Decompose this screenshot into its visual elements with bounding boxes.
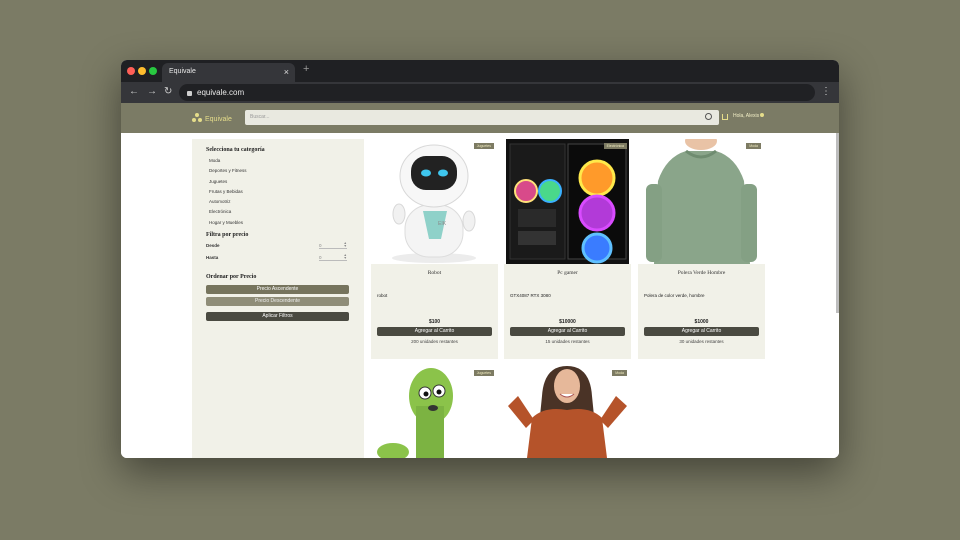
filter-sidebar: Selecciona tu categoría Moda Deportes y … (192, 139, 364, 458)
green-sweater-image (638, 139, 765, 264)
category-item-frutas[interactable]: Frutas y Bebidas (209, 189, 350, 194)
sort-ascending-button[interactable]: Precio Ascendente (206, 284, 349, 294)
category-item-hogar[interactable]: Hogar y Muebles (209, 220, 350, 225)
category-item-moda[interactable]: Moda (209, 158, 350, 163)
category-badge: Moda (746, 143, 761, 149)
category-badge: Moda (612, 370, 627, 376)
product-image[interactable]: Moda (638, 139, 765, 264)
url-text: equivale.com (197, 88, 245, 97)
sort-heading: Ordenar por Precio (206, 273, 257, 280)
product-image[interactable]: Electrónica (504, 139, 631, 264)
price-from-row: Desde 0 ▲ ▼ (206, 241, 350, 255)
page-scrollbar[interactable] (836, 133, 839, 313)
price-to-label: Hasta (206, 254, 219, 260)
add-to-cart-button[interactable]: Agregar al Carrito (644, 327, 759, 336)
search-input[interactable]: Buscar... (245, 110, 719, 125)
price-from-value: 0 (319, 242, 322, 248)
product-description: GTX4087 RTX 3080 (510, 293, 551, 298)
product-image[interactable]: EIK Juguetes (371, 139, 498, 264)
tab-title: Equivale (169, 68, 196, 75)
robot-image: EIK (392, 144, 476, 263)
product-card[interactable]: Moda (504, 366, 631, 458)
orange-sweater-image (504, 366, 631, 458)
site-header: Equivale Buscar... Hola, Alexis (121, 103, 839, 133)
browser-window: Equivale × + ← → ↻ equivale.com ⋮ Equiva… (121, 60, 839, 458)
product-price: $10000 (559, 319, 576, 325)
category-badge: Juguetes (473, 143, 494, 149)
add-to-cart-button[interactable]: Agregar al Carrito (510, 327, 625, 336)
reload-icon[interactable]: ↻ (164, 86, 172, 97)
user-greeting[interactable]: Hola, Alexis (733, 113, 765, 119)
stepper-icon[interactable]: ▲ ▼ (344, 253, 347, 261)
product-price: $100 (428, 319, 441, 325)
pc-case-image (506, 139, 629, 264)
price-filter-heading: Filtra por precio (206, 231, 249, 238)
apply-filters-button[interactable]: Aplicar Filtros (206, 311, 349, 321)
product-image[interactable]: Juguetes (371, 366, 498, 458)
site-logo[interactable]: Equivale (192, 112, 232, 123)
product-card[interactable]: Moda Polera Verde Hombre Polera de color… (638, 139, 765, 359)
category-badge: Electrónica (603, 143, 627, 149)
close-window-button[interactable] (127, 67, 135, 75)
category-badge: Juguetes (473, 370, 494, 376)
minimize-window-button[interactable] (138, 67, 146, 75)
address-bar[interactable]: equivale.com (179, 84, 815, 101)
tab-bar: Equivale × + (121, 60, 839, 82)
category-item-automotriz[interactable]: Automotriz (209, 199, 350, 204)
price-to-input[interactable]: 0 ▲ ▼ (319, 253, 347, 261)
product-card[interactable]: EIK Juguetes Robot robot $100 Agregar al… (371, 139, 498, 359)
search-icon[interactable] (705, 113, 712, 120)
lock-icon (187, 91, 192, 96)
price-from-label: Desde (206, 242, 220, 248)
maximize-window-button[interactable] (149, 67, 157, 75)
product-description: robot (377, 293, 388, 298)
stock-remaining: 200 unidades restantes (411, 339, 458, 344)
sort-descending-button[interactable]: Precio Descendente (206, 296, 349, 306)
browser-menu-icon[interactable]: ⋮ (821, 86, 831, 97)
category-item-deportes[interactable]: Deportes y Fitness (209, 168, 350, 173)
product-image[interactable]: Moda (504, 366, 631, 458)
category-item-electronica[interactable]: Electrónica (209, 209, 350, 214)
browser-toolbar: ← → ↻ equivale.com ⋮ (121, 82, 839, 103)
add-to-cart-button[interactable]: Agregar al Carrito (377, 327, 492, 336)
new-tab-button[interactable]: + (303, 63, 309, 75)
category-heading: Selecciona tu categoría (206, 147, 265, 153)
dancing-cactus-image (371, 366, 498, 458)
user-avatar-icon (760, 113, 765, 117)
price-to-row: Hasta 0 ▲ ▼ (206, 253, 350, 267)
product-description: Polera de color verde, hombre (644, 293, 705, 298)
price-to-value: 0 (319, 254, 322, 260)
page-content: Selecciona tu categoría Moda Deportes y … (121, 133, 839, 458)
product-name: Robot (427, 270, 442, 276)
stock-remaining: 15 unidades restantes (545, 339, 590, 344)
close-tab-icon[interactable]: × (284, 67, 289, 77)
brand-name: Equivale (205, 116, 232, 123)
product-name: Polera Verde Hombre (677, 270, 726, 276)
browser-tab[interactable]: Equivale × (162, 63, 295, 82)
forward-arrow-icon[interactable]: → (147, 86, 157, 97)
cart-icon[interactable] (722, 114, 728, 120)
greeting-text: Hola, Alexis (733, 113, 760, 119)
category-item-juguetes[interactable]: Juguetes (209, 179, 350, 184)
stock-remaining: 30 unidades restantes (679, 339, 724, 344)
search-placeholder: Buscar... (250, 114, 270, 120)
logo-mark-icon (192, 113, 202, 122)
product-name: Pc gamer (557, 270, 578, 276)
product-card[interactable]: Juguetes (371, 366, 498, 458)
product-card[interactable]: Electrónica Pc gamer GTX4087 RTX 3080 $1… (504, 139, 631, 359)
svg-text:EIK: EIK (438, 221, 447, 227)
price-from-input[interactable]: 0 ▲ ▼ (319, 241, 347, 249)
product-price: $1000 (694, 319, 709, 325)
stepper-icon[interactable]: ▲ ▼ (344, 241, 347, 249)
back-arrow-icon[interactable]: ← (129, 86, 139, 97)
